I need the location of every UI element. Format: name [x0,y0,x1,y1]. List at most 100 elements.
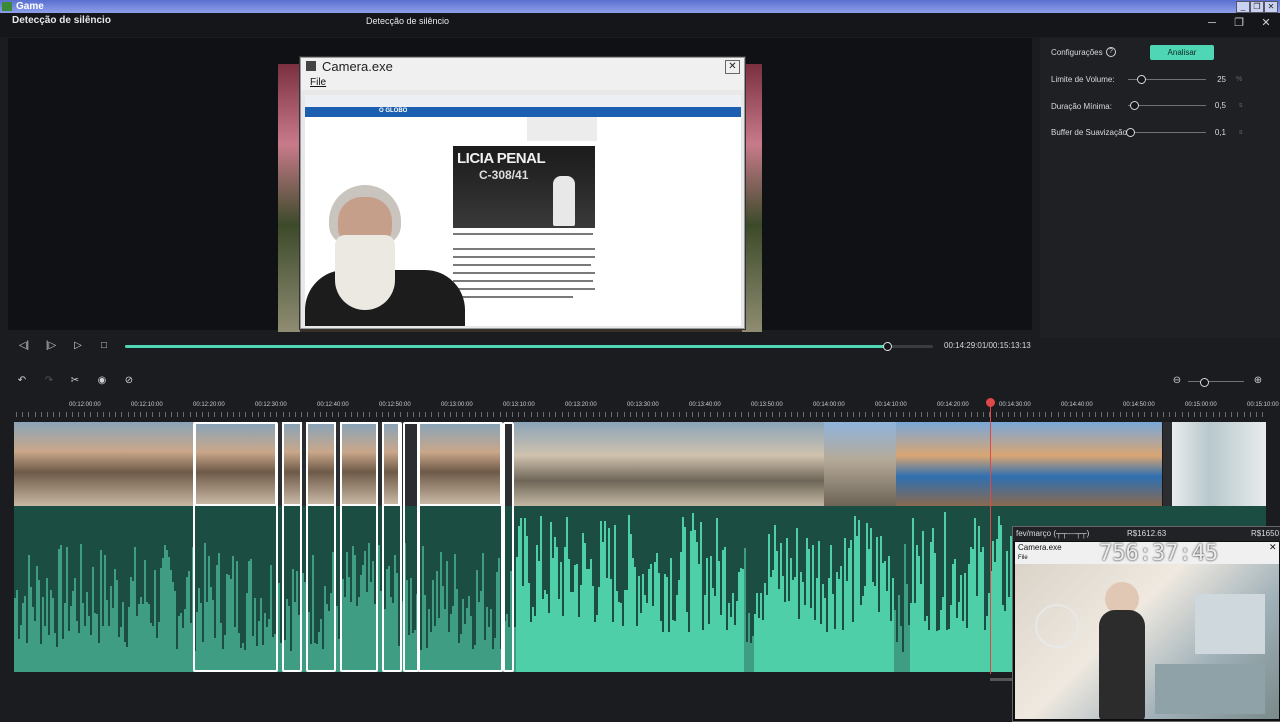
ruler-tick [772,412,773,417]
eye-hidden-icon[interactable]: ⊘ [122,375,136,386]
video-clip[interactable] [1172,422,1266,506]
close-button[interactable]: ✕ [1257,15,1275,31]
camera-window[interactable]: Camera.exe ✕ File O GLOBO LICIA PENAL C-… [300,57,745,329]
ruler-label: 00:12:00:00 [69,402,101,408]
ruler-tick [1244,412,1245,417]
zoom-knob[interactable] [1200,378,1209,387]
ruler-label: 00:13:00:00 [441,402,473,408]
ruler-tick [270,412,271,417]
analyze-button[interactable]: Analisar [1150,45,1214,60]
ruler-tick [1206,412,1207,417]
ruler-tick [1064,412,1065,417]
camera-app-icon [306,61,316,71]
site-name: O GLOBO [379,108,408,114]
maximize-button[interactable]: ❐ [1230,15,1248,31]
ruler-tick [1058,412,1059,417]
overlay-camera-title: Camera.exe [1018,543,1062,552]
undo-icon[interactable]: ↶ [15,375,29,386]
ruler-tick [531,412,532,417]
ruler-tick [363,412,364,417]
ruler-tick [1045,412,1046,417]
smoothing-buffer-track[interactable] [1128,132,1206,133]
ruler-tick [735,412,736,417]
ruler-tick [394,412,395,417]
min-duration-knob[interactable] [1130,101,1140,110]
smoothing-buffer-value[interactable]: 0,1 [1206,128,1226,137]
volume-limit-knob[interactable] [1137,75,1147,84]
silence-segment-outline[interactable] [306,422,336,672]
camera-close-button[interactable]: ✕ [725,60,740,74]
progress-bar[interactable] [125,342,933,351]
overlay-fan [1035,604,1079,648]
ruler-tick [1237,412,1238,417]
timeline-scrollbar[interactable] [990,678,1012,681]
ruler-tick [934,412,935,417]
silence-segment-outline[interactable] [193,422,278,672]
ruler-tick [258,412,259,417]
zoom-in-icon[interactable]: ⊕ [1251,375,1265,386]
min-duration-track[interactable] [1128,105,1206,106]
silence-segment-outline[interactable] [340,422,378,672]
ruler-tick [28,412,29,417]
min-duration-value[interactable]: 0,5 [1206,101,1226,110]
ruler-tick [723,412,724,417]
ruler-tick [425,412,426,417]
ruler-tick [47,412,48,417]
smoothing-buffer-knob[interactable] [1125,128,1135,137]
playhead-handle[interactable] [986,398,995,407]
zoom-out-icon[interactable]: ⊖ [1170,375,1184,386]
ruler-tick [828,412,829,417]
ruler-tick [295,412,296,417]
silence-segment-outline[interactable] [503,422,514,672]
article-line [453,288,595,290]
ruler-tick [593,412,594,417]
news-photo-figure [553,176,575,226]
help-icon[interactable]: ? [1106,47,1116,57]
ruler-tick [1101,412,1102,417]
video-clip[interactable] [514,422,825,506]
ruler-label: 00:14:30:00 [999,402,1031,408]
ruler-tick [865,412,866,417]
ruler-tick [710,412,711,417]
ruler-tick [791,412,792,417]
silence-segment-outline[interactable] [382,422,402,672]
camera-titlebar[interactable]: Camera.exe ✕ [301,58,744,76]
video-clip[interactable] [14,422,195,506]
prev-frame-icon[interactable]: ◁| [17,339,31,353]
video-clip[interactable] [824,422,897,506]
zoom-track[interactable] [1188,381,1244,382]
ruler-tick [221,412,222,417]
minimize-button[interactable]: ─ [1203,15,1221,31]
playhead[interactable] [990,398,991,674]
stop-icon[interactable]: □ [97,339,111,353]
min-duration-label: Duração Mínima: [1051,102,1112,111]
ruler-tick [1219,412,1220,417]
ruler-tick [1095,412,1096,417]
preview-right-strip [742,64,762,332]
eye-icon[interactable]: ◉ [95,375,109,386]
silence-segment-outline[interactable] [418,422,503,672]
scissors-icon[interactable]: ✂ [68,375,82,386]
ruler-label: 00:12:20:00 [193,402,225,408]
timeline-ruler[interactable]: 00:12:00:00 00:12:10:00 00:12:20:00 00:12:3… [14,398,1279,420]
silence-segment-outline[interactable] [282,422,302,672]
ruler-tick [816,412,817,417]
ruler-tick [78,412,79,417]
ruler-tick [1188,412,1189,417]
ruler-tick [1151,412,1152,417]
next-frame-icon[interactable]: |▷ [44,339,58,353]
article-line [453,264,591,266]
redo-icon[interactable]: ↷ [42,375,56,386]
progress-knob[interactable] [882,342,892,351]
video-clip[interactable] [896,422,1163,506]
camera-file-menu[interactable]: File [310,77,326,88]
ruler-tick [252,412,253,417]
os-restore-button[interactable]: ❐ [1250,1,1264,13]
silence-segment-outline[interactable] [403,422,419,672]
os-close-button[interactable]: ✕ [1264,1,1278,13]
ruler-tick [878,412,879,417]
play-icon[interactable]: ▷ [71,339,85,353]
overlay-goal-target: R$1650 [1251,529,1280,538]
volume-limit-value[interactable]: 25 [1206,75,1226,84]
os-minimize-button[interactable]: _ [1236,1,1250,13]
